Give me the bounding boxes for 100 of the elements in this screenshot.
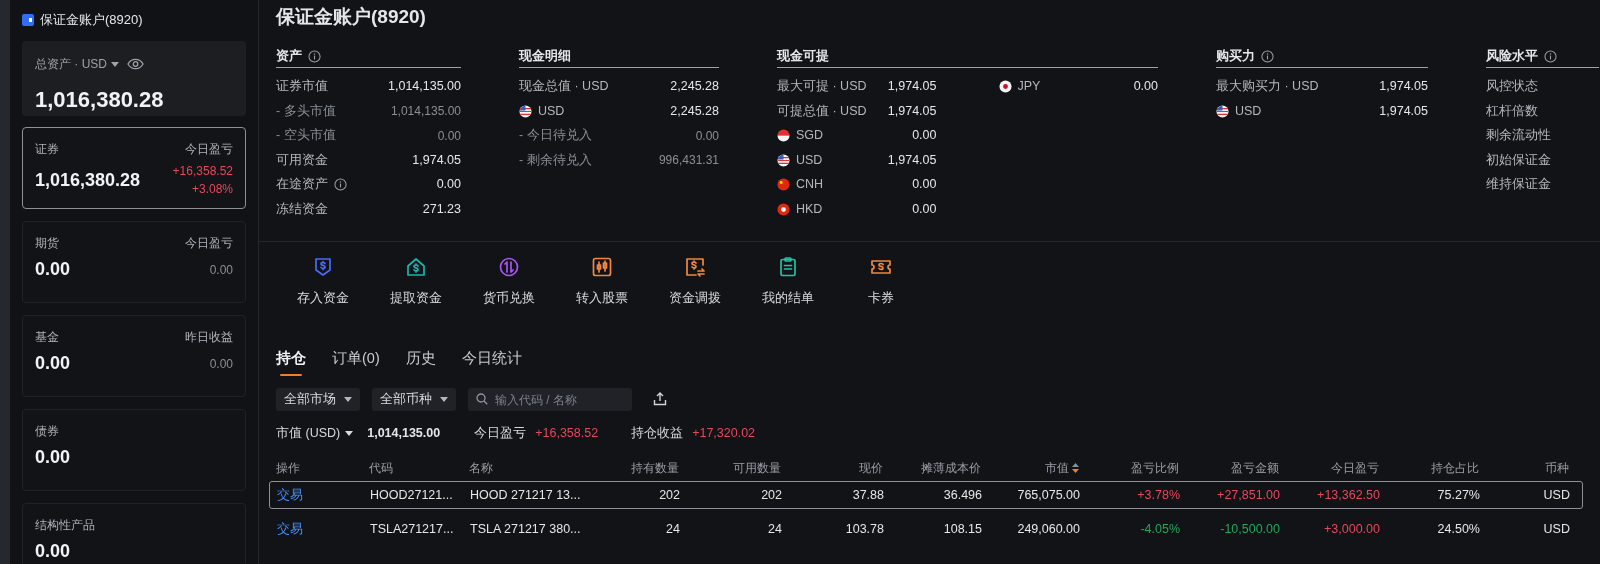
action-button[interactable]: 我的结单 (741, 255, 834, 308)
table-cell-text: 24 (666, 520, 680, 538)
field-value: 1,974.05 (887, 78, 937, 96)
asset-card[interactable]: 结构性产品 0.00 (22, 503, 246, 564)
section-title: 现金明细 (519, 47, 571, 66)
table-cell-text: 108.15 (943, 520, 982, 538)
field-value: 0.00 (912, 127, 937, 145)
sort-icon[interactable] (1072, 463, 1079, 474)
asset-card[interactable]: 期货 今日盈亏 0.00 0.00 (22, 221, 246, 303)
tab[interactable]: 历史 (405, 347, 436, 376)
field-value: 996,431.31 (658, 152, 719, 170)
export-icon[interactable] (652, 391, 668, 407)
field-label: 证券市值 (276, 78, 328, 96)
info-icon[interactable] (1261, 49, 1274, 63)
field-label: 剩余流动性 (1486, 127, 1551, 145)
column-header[interactable]: 摊薄成本价 (921, 459, 981, 478)
field-value: 0.00 (436, 176, 461, 194)
filter-dropdown[interactable]: 全部市场 (276, 387, 360, 411)
field-label: 现金总值 · USD (519, 78, 609, 96)
column-header[interactable]: 币种 (1545, 459, 1569, 478)
market-value-dropdown[interactable]: 市值 (USD) (276, 423, 354, 443)
table-cell-text: 24.50% (1437, 520, 1480, 538)
column-header[interactable]: 盈亏金额 (1231, 459, 1279, 478)
table-cell-text: +3.78% (1137, 486, 1180, 504)
field-label: USD (796, 151, 823, 169)
trade-link[interactable]: 交易 (277, 485, 303, 505)
action-button[interactable]: 转入股票 (555, 255, 648, 308)
table-cell-text: TSLA271217... (370, 520, 454, 538)
search-field[interactable]: 输入代码 / 名称 (468, 388, 632, 412)
column-header[interactable]: 持仓占比 (1431, 459, 1479, 478)
field-label: 在途资产 (276, 176, 328, 194)
summary-label: 今日盈亏 (474, 424, 527, 442)
asset-card[interactable]: 基金 昨日收益 0.00 0.00 (22, 315, 246, 397)
column-header[interactable]: 代码 (369, 459, 393, 478)
card-sublabel: 今日盈亏 (185, 235, 233, 252)
action-button[interactable]: 卡券 (834, 255, 927, 308)
field-label: 最大可提 · USD (777, 78, 867, 96)
card-value: 1,016,380.28 (35, 168, 141, 192)
section-title: 风险水平 (1486, 47, 1538, 66)
card-label: 债券 (35, 423, 59, 440)
field-value: 0.00 (695, 127, 719, 145)
action-button[interactable]: 提取资金 (369, 255, 462, 308)
column-header[interactable]: 市值 (1045, 459, 1069, 478)
info-icon[interactable] (308, 49, 321, 63)
table-cell-text: TSLA 271217 380... (470, 520, 581, 538)
field-label: 最大购买力 · USD (1216, 78, 1319, 96)
card-sublabel: 今日盈亏 (185, 141, 233, 158)
action-button[interactable]: 货币兑换 (462, 255, 555, 308)
field-label: 可提总值 · USD (777, 102, 867, 120)
tab[interactable]: 持仓 (276, 347, 306, 376)
asset-card[interactable]: 债券 0.00 (22, 409, 246, 491)
table-cell-text: 103.78 (845, 520, 884, 538)
field-label: USD (1235, 102, 1262, 120)
field-label: 杠杆倍数 (1486, 102, 1538, 120)
column-header[interactable]: 操作 (276, 459, 300, 478)
eye-icon[interactable] (127, 58, 144, 70)
table-row[interactable]: 交易 HOOD27121... HOOD 271217 13... 202 202 37.88 36.496 765,075.00 +3.78% +27,851.00 +13,362.50 75.27% USD (269, 481, 1583, 510)
caret-icon (345, 430, 354, 436)
column-header[interactable]: 盈亏比例 (1131, 459, 1179, 478)
currency-dropdown[interactable]: 总资产 · USD (35, 55, 119, 73)
card-label: 证券 (35, 141, 59, 158)
field-value: 1,974.05 (1379, 78, 1428, 96)
column-header[interactable]: 现价 (859, 459, 883, 478)
info-icon[interactable] (334, 178, 347, 192)
action-button[interactable]: 存入资金 (276, 255, 369, 308)
column-header[interactable]: 名称 (469, 459, 493, 478)
column-header[interactable]: 持有数量 (631, 459, 679, 478)
field-value: 2,245.28 (670, 102, 719, 120)
field-label: - 空头市值 (276, 127, 336, 145)
table-cell-text: +13,362.50 (1317, 486, 1380, 504)
filter-dropdown[interactable]: 全部币种 (372, 387, 456, 411)
info-icon[interactable] (1544, 49, 1557, 63)
field-label: - 剩余待兑入 (519, 151, 592, 169)
asset-card[interactable]: 证券 今日盈亏 1,016,380.28 +16,358.52 +3.08% (22, 127, 246, 209)
field-label: 冻结资金 (276, 200, 328, 218)
summary-value: +17,320.02 (692, 424, 756, 442)
field-value: 1,974.05 (887, 151, 937, 169)
tab[interactable]: 订单(0) (332, 347, 380, 376)
column-header[interactable]: 今日盈亏 (1331, 459, 1379, 478)
card-value: 0.00 (35, 352, 71, 375)
summary-value: +16,358.52 (535, 424, 599, 442)
summary-label: 持仓收益 (631, 424, 684, 442)
section-title: 购买力 (1216, 47, 1255, 66)
field-value: 0.00 (437, 127, 461, 145)
tab[interactable]: 今日统计 (461, 347, 522, 376)
table-cell-text: 37.88 (852, 486, 884, 504)
table-row[interactable]: 交易 TSLA271217... TSLA 271217 380... 24 24 103.78 108.15 249,060.00 -4.05% -10,500.00 +3,000.00 24.50% USD (269, 515, 1583, 544)
column-header[interactable]: 可用数量 (733, 459, 781, 478)
field-value: 0.00 (912, 176, 937, 194)
field-value: 1,014,135.00 (390, 103, 461, 121)
table-cell-text: USD (1543, 486, 1570, 504)
table-cell-text: 765,075.00 (1017, 486, 1080, 504)
wallet-icon (22, 14, 34, 26)
section-title: 资产 (276, 47, 302, 66)
trade-link[interactable]: 交易 (277, 519, 303, 539)
field-label: CNH (796, 176, 824, 194)
field-value: 1,974.05 (412, 151, 461, 169)
action-button[interactable]: 资金调拨 (648, 255, 741, 308)
search-icon (476, 392, 488, 405)
page-title: 保证金账户(8920) (276, 5, 427, 29)
